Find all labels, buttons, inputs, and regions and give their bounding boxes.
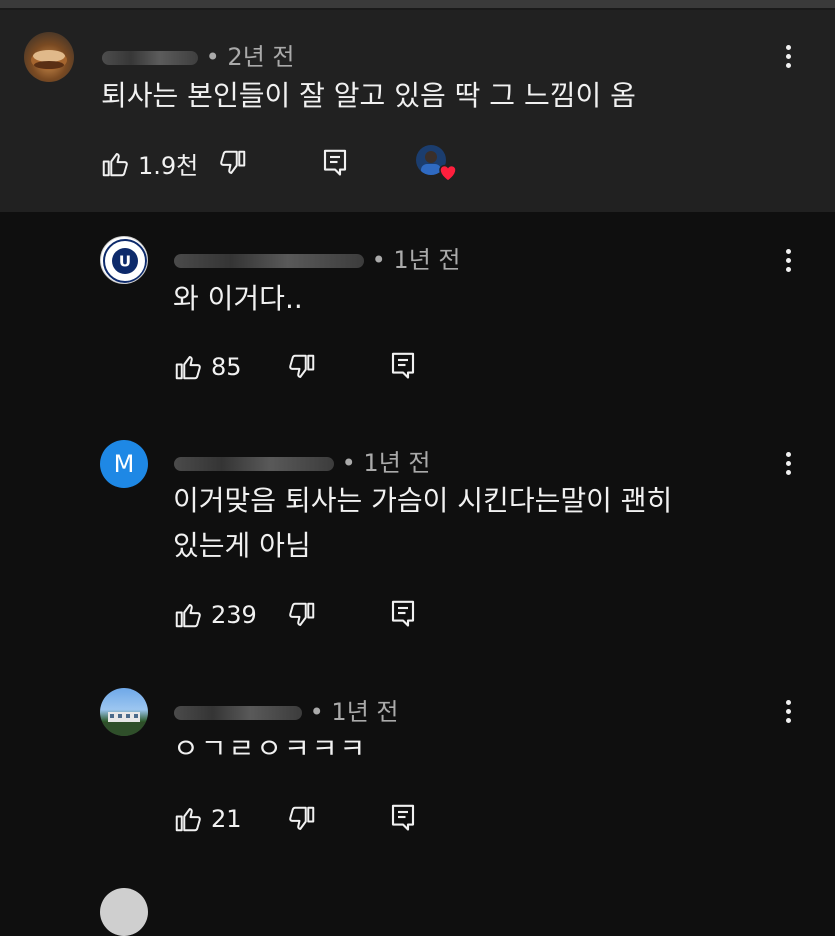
comment-meta: • 1년 전 — [174, 692, 398, 727]
thumbs-up-icon — [102, 152, 128, 176]
thumbs-down-icon — [289, 806, 315, 830]
comment-text: 와 이거다.. — [173, 282, 303, 315]
dislike-button[interactable] — [287, 804, 317, 834]
svg-text:U: U — [119, 253, 131, 271]
more-options-button[interactable] — [785, 249, 791, 276]
reply-icon — [391, 600, 415, 627]
reply-button[interactable] — [320, 147, 350, 177]
thumbs-down-icon — [289, 354, 315, 378]
author-avatar[interactable] — [100, 688, 148, 736]
like-count: 21 — [211, 805, 242, 833]
thumbs-down-icon — [289, 602, 315, 626]
like-button[interactable]: 85 — [173, 352, 242, 382]
university-badge-icon: U — [103, 239, 147, 283]
heart-icon — [439, 164, 457, 182]
like-count: 1.9천 — [138, 152, 199, 180]
thumbs-down-icon — [220, 150, 246, 174]
avatar-letter: M — [113, 450, 135, 478]
next-author-avatar[interactable] — [100, 888, 148, 936]
author-avatar[interactable]: U — [100, 236, 148, 284]
food-photo-icon — [31, 50, 67, 70]
dislike-button[interactable] — [287, 600, 317, 630]
thumbs-up-icon — [175, 604, 201, 628]
more-vert-icon — [785, 452, 791, 457]
dislike-button[interactable] — [287, 352, 317, 382]
comment-meta: • 1년 전 — [174, 240, 460, 275]
author-avatar[interactable] — [24, 32, 74, 82]
redacted-username — [174, 706, 302, 720]
dislike-button[interactable] — [218, 148, 248, 178]
reply-button[interactable] — [388, 598, 418, 628]
more-options-button[interactable] — [785, 45, 791, 72]
reply-icon — [323, 149, 347, 176]
top-bar — [0, 0, 835, 8]
thumbs-up-icon — [175, 356, 201, 380]
comment-time: • 2년 전 — [205, 43, 295, 71]
comment-text-line-1: 이거맞음 퇴사는 가슴이 시킨다는말이 괜히 — [173, 484, 673, 517]
thumbs-up-icon — [175, 808, 201, 832]
redacted-username — [174, 457, 334, 471]
comment-text-line-2: 있는게 아님 — [173, 529, 311, 562]
more-options-button[interactable] — [785, 452, 791, 479]
comment-time: • 1년 전 — [309, 698, 399, 726]
landscape-photo-icon — [100, 712, 148, 736]
comment-text: ㅇㄱㄹㅇㅋㅋㅋ — [173, 732, 368, 765]
reply-icon — [391, 804, 415, 831]
more-options-button[interactable] — [785, 700, 791, 727]
comment-time: • 1년 전 — [371, 246, 461, 274]
redacted-username — [102, 51, 198, 65]
like-count: 85 — [211, 353, 242, 381]
like-count: 239 — [211, 601, 257, 629]
like-button[interactable]: 21 — [173, 804, 242, 834]
comment-meta: • 1년 전 — [174, 443, 430, 478]
more-vert-icon — [785, 45, 791, 50]
comment-text: 퇴사는 본인들이 잘 알고 있음 딱 그 느낌이 옴 — [101, 79, 636, 112]
reply-icon — [391, 352, 415, 379]
reply-button[interactable] — [388, 802, 418, 832]
more-vert-icon — [785, 700, 791, 705]
redacted-username — [174, 254, 364, 268]
more-vert-icon — [785, 249, 791, 254]
like-button[interactable]: 1.9천 — [100, 146, 198, 181]
author-avatar[interactable]: M — [100, 440, 148, 488]
like-button[interactable]: 239 — [173, 600, 257, 630]
comment-time: • 1년 전 — [341, 449, 431, 477]
reply-button[interactable] — [388, 350, 418, 380]
comment-meta: • 2년 전 — [102, 37, 294, 72]
